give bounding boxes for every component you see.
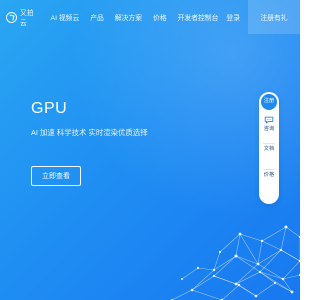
hero-subtitle: AI 加速 科学技术 实时渲染优质选择 <box>31 128 148 137</box>
logo-icon <box>6 11 17 23</box>
nav-solutions[interactable]: 解决方案 <box>115 12 142 22</box>
nav-pricing[interactable]: 价格 <box>153 12 167 22</box>
auth-links: 控制台 登录 注册有礼 <box>198 0 300 34</box>
floating-price-link[interactable]: 价格 <box>259 172 279 179</box>
console-link[interactable]: 控制台 <box>198 12 218 22</box>
main-nav: AI 视频云 产品 解决方案 价格 开发者 <box>51 12 198 22</box>
view-now-button[interactable]: 立即查看 <box>31 166 81 186</box>
floating-doc-link[interactable]: 文档 <box>259 146 279 153</box>
brand-name: 又拍云 <box>19 10 34 27</box>
floating-register-button[interactable]: 注册 <box>261 94 277 110</box>
register-button[interactable]: 注册有礼 <box>248 0 300 34</box>
floating-contact-panel: 注册 咨询 文档 价格 <box>259 92 279 204</box>
chat-icon <box>264 116 274 124</box>
nav-developers[interactable]: 开发者 <box>178 12 198 22</box>
network-graphic-svg <box>171 225 300 300</box>
floating-price-label: 价格 <box>263 172 275 178</box>
brand-link[interactable]: 又拍云 <box>6 7 41 27</box>
floating-divider <box>263 143 275 144</box>
page-title: GPU <box>31 100 68 117</box>
nav-ai-video-cloud[interactable]: AI 视频云 <box>51 12 80 22</box>
login-link[interactable]: 登录 <box>226 12 240 22</box>
floating-consult-link[interactable]: 咨询 <box>259 116 279 133</box>
floating-divider <box>263 169 275 170</box>
network-graphic <box>0 206 300 300</box>
floating-consult-label: 咨询 <box>263 126 275 132</box>
floating-doc-label: 文档 <box>263 146 275 152</box>
hero-page: 又拍云 AI 视频云 产品 解决方案 价格 开发者 控制台 登录 注册有礼 GP… <box>0 0 300 300</box>
top-navigation: 又拍云 AI 视频云 产品 解决方案 价格 开发者 控制台 登录 注册有礼 <box>0 0 300 34</box>
nav-products[interactable]: 产品 <box>90 12 104 22</box>
